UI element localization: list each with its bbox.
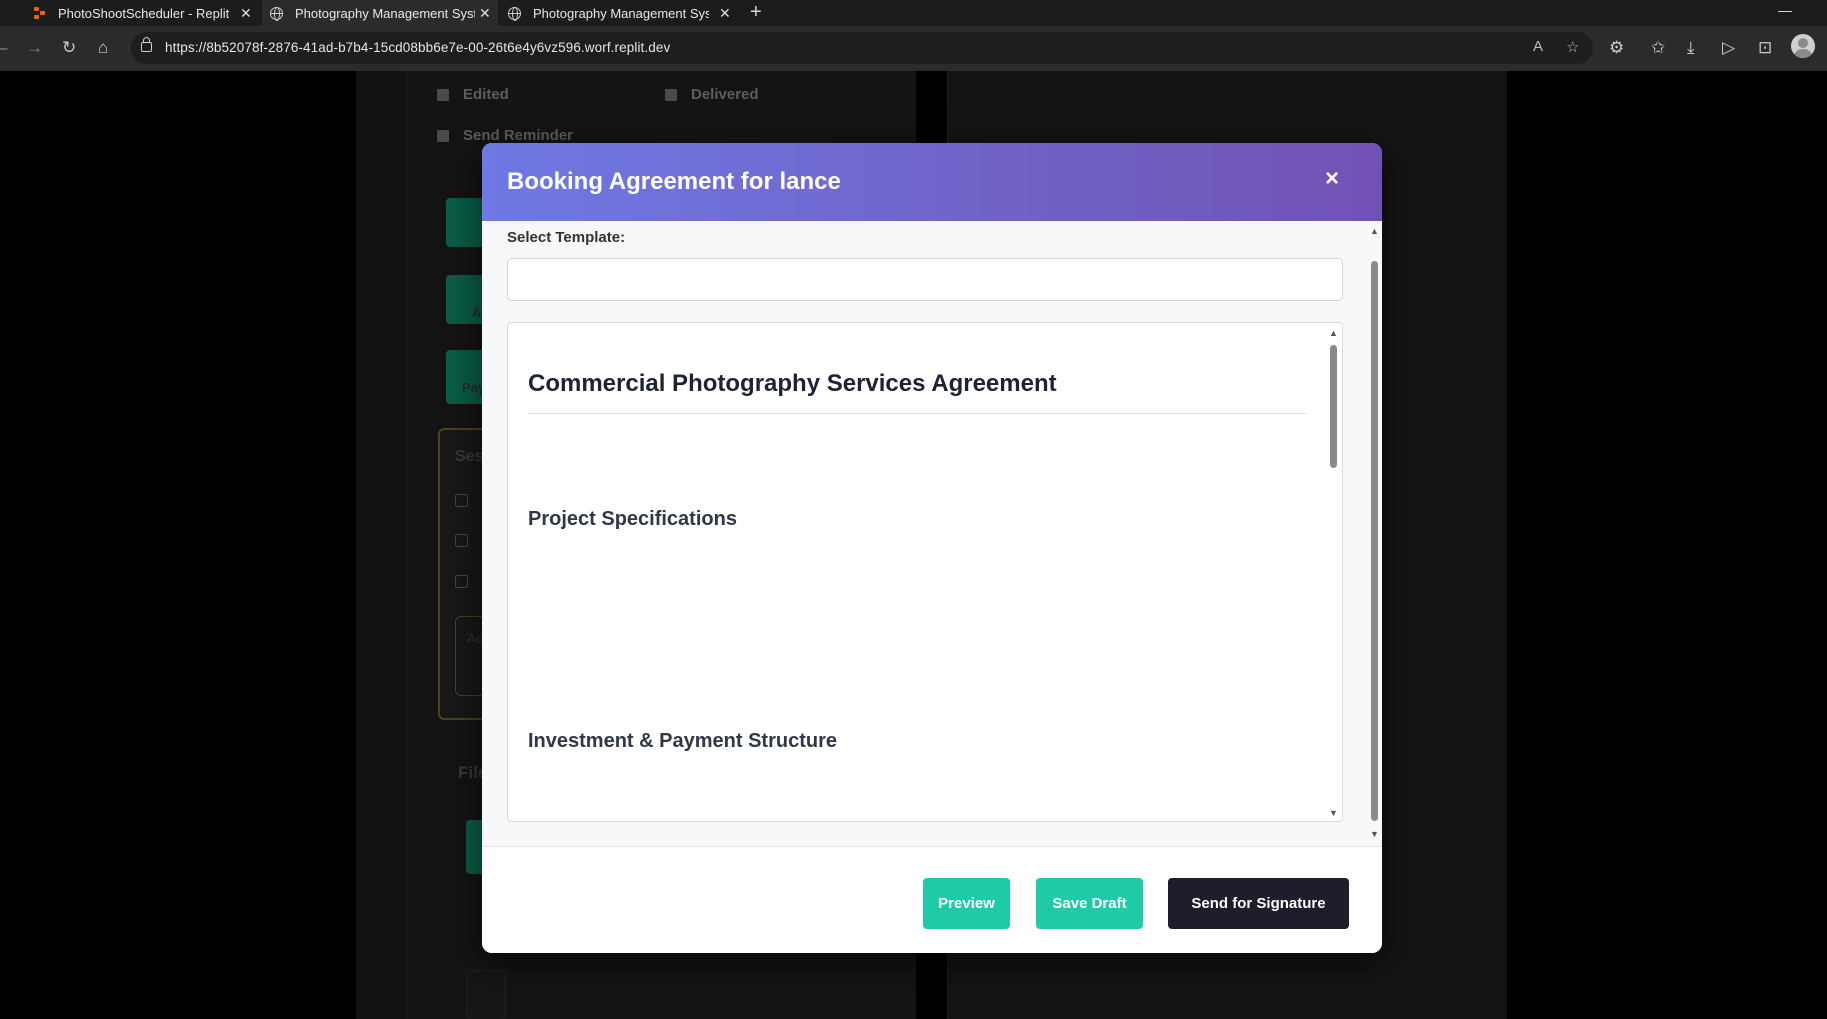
screenshot-icon[interactable]: ⊡ xyxy=(1758,38,1772,58)
minimize-icon[interactable]: — xyxy=(1778,2,1792,18)
button-label: A xyxy=(472,305,482,320)
agreement-heading: Commercial Photography Services Agreemen… xyxy=(528,370,1306,414)
favorites-icon[interactable]: ✩ xyxy=(1651,38,1665,58)
favorite-star-icon[interactable]: ☆ xyxy=(1566,38,1579,56)
section-heading: Investment & Payment Structure xyxy=(528,730,837,752)
scrollbar-thumb[interactable] xyxy=(1330,345,1337,468)
session-heading: Ses xyxy=(455,448,484,465)
document-scrollbar[interactable]: ▲ ▼ xyxy=(1328,323,1338,821)
modal-header: Booking Agreement for lance × xyxy=(482,143,1382,221)
checkbox-icon[interactable] xyxy=(455,494,468,507)
section-heading: Project Specifications xyxy=(528,508,737,530)
profile-avatar[interactable] xyxy=(1791,34,1815,58)
close-icon[interactable]: × xyxy=(1325,165,1339,193)
scroll-up-icon[interactable]: ▲ xyxy=(1329,328,1338,338)
checkbox-label: Edited xyxy=(463,86,509,103)
checkbox-label: Delivered xyxy=(691,86,759,103)
close-tab-icon[interactable]: ✕ xyxy=(479,5,491,22)
download-icon[interactable]: ⤓ xyxy=(1687,38,1695,58)
modal-footer: Preview Save Draft Send for Signature xyxy=(482,846,1382,953)
tab-title: Photography Management System xyxy=(533,5,709,21)
checkbox-icon[interactable] xyxy=(455,534,468,547)
home-icon[interactable]: ⌂ xyxy=(98,38,108,58)
scroll-up-icon[interactable]: ▲ xyxy=(1370,226,1379,236)
read-aloud-icon[interactable]: A xyxy=(1533,38,1543,55)
send-for-signature-button[interactable]: Send for Signature xyxy=(1168,878,1349,929)
replit-logo-icon xyxy=(34,7,46,19)
preview-button[interactable]: Preview xyxy=(923,878,1010,929)
notes-placeholder: Ac xyxy=(467,631,483,646)
template-label: Select Template: xyxy=(507,229,626,246)
checkbox-label: Send Reminder xyxy=(463,127,574,144)
browser-nav-bar: – → ↻ ⌂ https://8b52078f-2876-41ad-b7b4-… xyxy=(0,26,1827,71)
tab-photography-1[interactable]: Photography Management System ✕ xyxy=(262,0,498,26)
checkbox-edited[interactable]: Edited xyxy=(437,86,509,103)
background-file-slot xyxy=(466,970,506,1019)
globe-icon xyxy=(508,6,521,21)
scroll-down-icon[interactable]: ▼ xyxy=(1329,808,1338,818)
checkbox-delivered[interactable]: Delivered xyxy=(665,86,759,103)
reload-icon[interactable]: ↻ xyxy=(62,38,76,58)
modal-body: Select Template: Commercial Photography … xyxy=(482,221,1382,846)
tab-replit[interactable]: PhotoShootScheduler - Replit ✕ xyxy=(20,0,260,26)
browser-tab-bar: PhotoShootScheduler - Replit ✕ Photograp… xyxy=(0,0,1827,26)
scrollbar-thumb[interactable] xyxy=(1371,261,1378,821)
address-bar[interactable]: https://8b52078f-2876-41ad-b7b4-15cd08bb… xyxy=(131,32,1593,64)
modal-scrollbar[interactable]: ▲ ▼ xyxy=(1369,221,1379,846)
modal-title: Booking Agreement for lance xyxy=(507,168,841,195)
scroll-down-icon[interactable]: ▼ xyxy=(1370,829,1379,839)
new-tab-icon[interactable]: + xyxy=(750,1,762,24)
tab-photography-2[interactable]: Photography Management System ✕ xyxy=(502,0,738,26)
checkbox-icon[interactable] xyxy=(665,88,677,101)
close-tab-icon[interactable]: ✕ xyxy=(240,5,252,22)
template-select[interactable] xyxy=(507,258,1343,301)
back-arrow-icon[interactable]: – xyxy=(0,38,7,58)
booking-agreement-modal: Booking Agreement for lance × Select Tem… xyxy=(482,143,1382,953)
agreement-document[interactable]: Commercial Photography Services Agreemen… xyxy=(507,322,1343,822)
close-tab-icon[interactable]: ✕ xyxy=(719,5,731,22)
globe-icon xyxy=(270,6,283,21)
checkbox-icon[interactable] xyxy=(437,129,449,142)
tab-title: PhotoShootScheduler - Replit xyxy=(58,5,230,21)
extensions-icon[interactable]: ⚙ xyxy=(1609,38,1624,58)
forward-arrow-icon[interactable]: → xyxy=(26,38,43,58)
url-text: https://8b52078f-2876-41ad-b7b4-15cd08bb… xyxy=(165,40,671,55)
checkbox-icon[interactable] xyxy=(437,88,449,101)
share-icon[interactable]: ▷ xyxy=(1722,38,1735,58)
checkbox-icon[interactable] xyxy=(455,575,468,588)
save-draft-button[interactable]: Save Draft xyxy=(1036,878,1143,929)
tab-title: Photography Management System xyxy=(295,5,475,21)
checkbox-send-reminder[interactable]: Send Reminder xyxy=(437,127,573,144)
lock-icon xyxy=(141,37,152,52)
